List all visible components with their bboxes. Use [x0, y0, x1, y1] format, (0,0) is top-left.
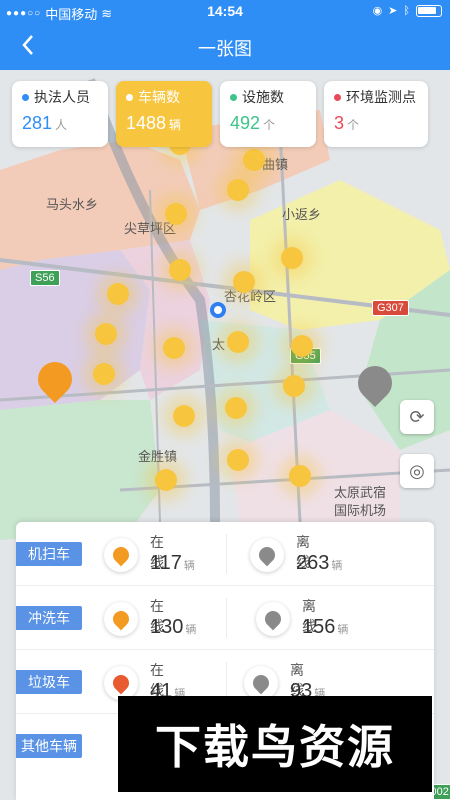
vehicle-type-tag: 机扫车	[16, 542, 82, 566]
map-place-label: 曲镇	[262, 157, 289, 172]
vehicle-heat-point[interactable]	[283, 375, 305, 397]
vehicle-row[interactable]: 冲洗车 在线 130 辆 离线 156 辆	[16, 586, 434, 650]
status-bar: ●●●○○ 中国移动 ≋ 14:54 ◉ ➤ ᛒ	[0, 0, 450, 22]
vehicle-heat-point[interactable]	[165, 203, 187, 225]
vehicle-heat-point[interactable]	[281, 247, 303, 269]
stat-value: 1488	[126, 113, 167, 133]
map-place-label: 马头水乡	[46, 197, 99, 212]
truck-offline-icon	[244, 666, 278, 700]
stat-label: 设施数	[242, 89, 284, 105]
lock-rotation-icon: ◉	[372, 5, 383, 17]
refresh-map-button[interactable]: ⟳	[400, 400, 434, 434]
stat-dot-icon	[334, 93, 341, 101]
count-unit: 辆	[337, 624, 349, 636]
vehicle-heat-point[interactable]	[291, 335, 313, 357]
page-title: 一张图	[198, 39, 252, 59]
stat-cards: 执法人员 281 人 车辆数 1488 辆 设施数 492 个 环境监测点 3个	[12, 81, 428, 147]
stat-value: 281	[22, 113, 53, 133]
map-place-label: 小返乡	[282, 207, 322, 222]
refresh-icon: ⟳	[409, 406, 425, 427]
battery-icon	[416, 4, 442, 17]
truck-online-icon	[104, 666, 138, 700]
vehicle-heat-point[interactable]	[107, 283, 129, 305]
map-place-label: 太	[212, 337, 226, 352]
vehicle-heat-point[interactable]	[163, 337, 185, 359]
status-icons: ◉ ➤ ᛒ	[373, 4, 442, 17]
vehicle-heat-point[interactable]	[233, 271, 255, 293]
bluetooth-icon: ᛒ	[403, 4, 410, 17]
stat-card-monitoring[interactable]: 环境监测点 3个	[324, 81, 428, 147]
vehicle-heat-point[interactable]	[173, 405, 195, 427]
road-badge: S56	[30, 270, 60, 286]
location-arrow-icon: ➤	[388, 5, 398, 17]
map-place-label: 金胜镇	[138, 449, 178, 464]
count-unit: 辆	[185, 624, 197, 636]
stat-unit: 个	[263, 118, 276, 132]
map-place-label: 太原武宿	[334, 485, 387, 500]
vehicle-heat-point[interactable]	[93, 363, 115, 385]
divider	[226, 534, 227, 574]
count-unit: 辆	[331, 560, 343, 572]
stat-dot-icon	[126, 93, 133, 101]
vehicle-heat-point[interactable]	[227, 331, 249, 353]
count-unit: 辆	[183, 560, 195, 572]
truck-offline-icon	[256, 602, 290, 636]
stat-label: 环境监测点	[346, 89, 416, 105]
stat-value: 492	[230, 113, 261, 133]
stat-card-vehicles[interactable]: 车辆数 1488 辆	[116, 81, 212, 147]
vehicle-row[interactable]: 机扫车 在线 117 辆 离线 263 辆	[16, 522, 434, 586]
stat-label: 车辆数	[138, 89, 180, 105]
vehicle-heat-point[interactable]	[227, 179, 249, 201]
online-count: 130	[150, 616, 184, 638]
vehicle-heat-point[interactable]	[227, 449, 249, 471]
stat-dot-icon	[230, 93, 237, 101]
locate-button[interactable]: ◎	[400, 454, 434, 488]
vehicle-heat-point[interactable]	[155, 469, 177, 491]
truck-offline-icon	[250, 538, 284, 572]
truck-online-icon	[104, 538, 138, 572]
map-place-label: 国际机场	[334, 503, 387, 518]
locate-icon: ◎	[409, 460, 425, 481]
current-location-icon[interactable]	[210, 302, 226, 318]
online-count: 117	[150, 552, 182, 574]
road-badge: G307	[372, 300, 409, 316]
vehicle-type-tag: 其他车辆	[16, 734, 82, 758]
vehicle-heat-point[interactable]	[289, 465, 311, 487]
stat-unit: 个	[347, 118, 360, 132]
divider	[226, 598, 227, 638]
stat-dot-icon	[22, 93, 29, 101]
vehicle-heat-point[interactable]	[243, 149, 265, 171]
vehicle-heat-point[interactable]	[169, 259, 191, 281]
nav-bar: 一张图	[0, 22, 450, 70]
stat-unit: 辆	[169, 118, 182, 132]
truck-online-icon	[104, 602, 138, 636]
offline-count: 263	[296, 552, 330, 574]
stat-value: 3	[334, 113, 345, 133]
stat-label: 执法人员	[34, 89, 90, 105]
vehicle-type-tag: 冲洗车	[16, 606, 82, 630]
vehicle-heat-point[interactable]	[225, 397, 247, 419]
vehicle-heat-point[interactable]	[95, 323, 117, 345]
watermark-banner: 下载鸟资源	[118, 696, 432, 792]
stat-card-facilities[interactable]: 设施数 492 个	[220, 81, 316, 147]
stat-card-enforcers[interactable]: 执法人员 281 人	[12, 81, 108, 147]
stat-unit: 人	[55, 118, 68, 132]
vehicle-type-tag: 垃圾车	[16, 670, 82, 694]
offline-count: 156	[302, 616, 336, 638]
